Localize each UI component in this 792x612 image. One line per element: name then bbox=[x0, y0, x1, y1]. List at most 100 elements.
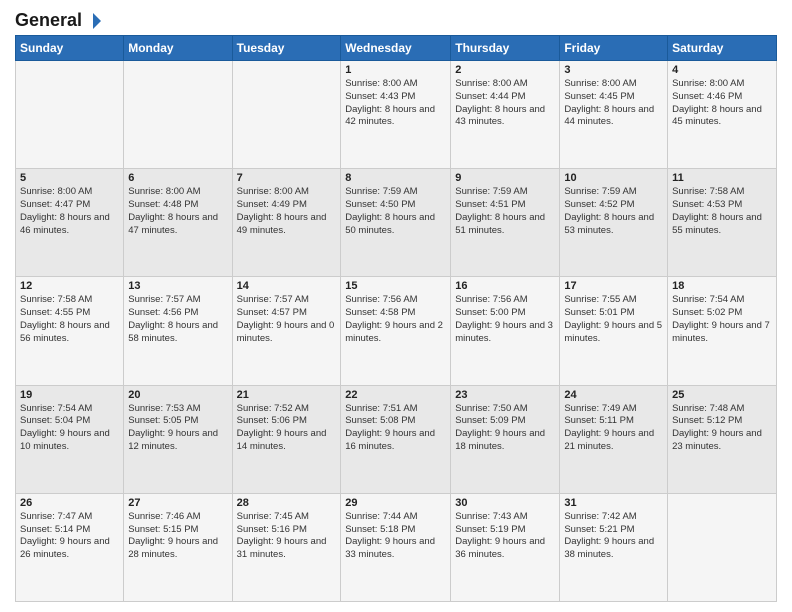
day-info: Sunrise: 7:59 AM Sunset: 4:50 PM Dayligh… bbox=[345, 186, 446, 237]
day-info: Sunrise: 7:47 AM Sunset: 5:14 PM Dayligh… bbox=[20, 511, 119, 562]
day-info: Sunrise: 7:58 AM Sunset: 4:53 PM Dayligh… bbox=[672, 186, 772, 237]
day-header-friday: Friday bbox=[560, 36, 668, 61]
day-number: 12 bbox=[20, 280, 119, 292]
day-header-wednesday: Wednesday bbox=[341, 36, 451, 61]
day-info: Sunrise: 8:00 AM Sunset: 4:46 PM Dayligh… bbox=[672, 78, 772, 129]
day-cell: 22 Sunrise: 7:51 AM Sunset: 5:08 PM Dayli… bbox=[341, 385, 451, 493]
day-cell: 20Sunrise: 7:53 AM Sunset: 5:05 PM Dayli… bbox=[124, 385, 232, 493]
day-number: 15 bbox=[345, 280, 446, 292]
day-number: 22 bbox=[345, 389, 446, 401]
day-number: 10 bbox=[564, 172, 663, 184]
day-info: Sunrise: 7:43 AM Sunset: 5:19 PM Dayligh… bbox=[455, 511, 555, 562]
day-number: 2 bbox=[455, 64, 555, 76]
day-cell: 1 Sunrise: 8:00 AM Sunset: 4:43 PM Daylig… bbox=[341, 61, 451, 169]
day-info: Sunrise: 8:00 AM Sunset: 4:48 PM Dayligh… bbox=[128, 186, 227, 237]
day-cell: 28 Sunrise: 7:45 AM Sunset: 5:16 PM Dayli… bbox=[232, 493, 341, 601]
day-info: Sunrise: 7:50 AM Sunset: 5:09 PM Dayligh… bbox=[455, 403, 555, 454]
day-info: Sunrise: 8:00 AM Sunset: 4:45 PM Dayligh… bbox=[564, 78, 663, 129]
day-number: 19 bbox=[20, 389, 119, 401]
day-header-monday: Monday bbox=[124, 36, 232, 61]
day-info: Sunrise: 7:56 AM Sunset: 5:00 PM Dayligh… bbox=[455, 294, 555, 345]
day-number: 21 bbox=[237, 389, 337, 401]
day-number: 29 bbox=[345, 497, 446, 509]
logo-icon bbox=[83, 11, 103, 31]
day-cell: 5 Sunrise: 8:00 AM Sunset: 4:47 PM Daylig… bbox=[16, 169, 124, 277]
day-cell: 8Sunrise: 7:59 AM Sunset: 4:50 PM Daylig… bbox=[341, 169, 451, 277]
day-info: Sunrise: 7:46 AM Sunset: 5:15 PM Dayligh… bbox=[128, 511, 227, 562]
day-cell bbox=[124, 61, 232, 169]
week-row-5: 26 Sunrise: 7:47 AM Sunset: 5:14 PM Dayli… bbox=[16, 493, 777, 601]
day-cell bbox=[668, 493, 777, 601]
day-info: Sunrise: 7:59 AM Sunset: 4:52 PM Dayligh… bbox=[564, 186, 663, 237]
day-cell: 30 Sunrise: 7:43 AM Sunset: 5:19 PM Dayli… bbox=[451, 493, 560, 601]
day-number: 25 bbox=[672, 389, 772, 401]
day-cell: 2 Sunrise: 8:00 AM Sunset: 4:44 PM Daylig… bbox=[451, 61, 560, 169]
day-info: Sunrise: 8:00 AM Sunset: 4:47 PM Dayligh… bbox=[20, 186, 119, 237]
day-number: 26 bbox=[20, 497, 119, 509]
day-info: Sunrise: 7:53 AM Sunset: 5:05 PM Dayligh… bbox=[128, 403, 227, 454]
day-number: 27 bbox=[128, 497, 227, 509]
day-number: 28 bbox=[237, 497, 337, 509]
day-cell: 14 Sunrise: 7:57 AM Sunset: 4:57 PM Dayli… bbox=[232, 277, 341, 385]
day-info: Sunrise: 8:00 AM Sunset: 4:44 PM Dayligh… bbox=[455, 78, 555, 129]
day-cell: 9Sunrise: 7:59 AM Sunset: 4:51 PM Daylig… bbox=[451, 169, 560, 277]
day-info: Sunrise: 7:59 AM Sunset: 4:51 PM Dayligh… bbox=[455, 186, 555, 237]
day-cell: 12 Sunrise: 7:58 AM Sunset: 4:55 PM Dayli… bbox=[16, 277, 124, 385]
day-number: 13 bbox=[128, 280, 227, 292]
day-cell bbox=[232, 61, 341, 169]
day-info: Sunrise: 7:44 AM Sunset: 5:18 PM Dayligh… bbox=[345, 511, 446, 562]
day-info: Sunrise: 7:58 AM Sunset: 4:55 PM Dayligh… bbox=[20, 294, 119, 345]
day-cell: 3 Sunrise: 8:00 AM Sunset: 4:45 PM Daylig… bbox=[560, 61, 668, 169]
day-cell: 13 Sunrise: 7:57 AM Sunset: 4:56 PM Dayli… bbox=[124, 277, 232, 385]
day-number: 17 bbox=[564, 280, 663, 292]
day-cell: 21 Sunrise: 7:52 AM Sunset: 5:06 PM Dayli… bbox=[232, 385, 341, 493]
day-cell: 31Sunrise: 7:42 AM Sunset: 5:21 PM Dayli… bbox=[560, 493, 668, 601]
day-cell: 6 Sunrise: 8:00 AM Sunset: 4:48 PM Daylig… bbox=[124, 169, 232, 277]
day-number: 3 bbox=[564, 64, 663, 76]
day-number: 6 bbox=[128, 172, 227, 184]
day-cell: 11 Sunrise: 7:58 AM Sunset: 4:53 PM Dayli… bbox=[668, 169, 777, 277]
day-info: Sunrise: 7:52 AM Sunset: 5:06 PM Dayligh… bbox=[237, 403, 337, 454]
day-cell: 10 Sunrise: 7:59 AM Sunset: 4:52 PM Dayli… bbox=[560, 169, 668, 277]
day-info: Sunrise: 8:00 AM Sunset: 4:43 PM Dayligh… bbox=[345, 78, 446, 129]
day-cell: 7 Sunrise: 8:00 AM Sunset: 4:49 PM Daylig… bbox=[232, 169, 341, 277]
week-row-1: 1 Sunrise: 8:00 AM Sunset: 4:43 PM Daylig… bbox=[16, 61, 777, 169]
day-number: 16 bbox=[455, 280, 555, 292]
calendar: SundayMondayTuesdayWednesdayThursdayFrid… bbox=[15, 35, 777, 602]
logo: General bbox=[15, 10, 104, 27]
day-info: Sunrise: 7:56 AM Sunset: 4:58 PM Dayligh… bbox=[345, 294, 446, 345]
day-number: 14 bbox=[237, 280, 337, 292]
day-cell: 26 Sunrise: 7:47 AM Sunset: 5:14 PM Dayli… bbox=[16, 493, 124, 601]
day-number: 30 bbox=[455, 497, 555, 509]
day-number: 23 bbox=[455, 389, 555, 401]
week-row-2: 5 Sunrise: 8:00 AM Sunset: 4:47 PM Daylig… bbox=[16, 169, 777, 277]
day-cell: 15 Sunrise: 7:56 AM Sunset: 4:58 PM Dayli… bbox=[341, 277, 451, 385]
day-info: Sunrise: 7:57 AM Sunset: 4:57 PM Dayligh… bbox=[237, 294, 337, 345]
day-number: 5 bbox=[20, 172, 119, 184]
day-info: Sunrise: 8:00 AM Sunset: 4:49 PM Dayligh… bbox=[237, 186, 337, 237]
day-cell: 24Sunrise: 7:49 AM Sunset: 5:11 PM Dayli… bbox=[560, 385, 668, 493]
day-number: 7 bbox=[237, 172, 337, 184]
day-info: Sunrise: 7:48 AM Sunset: 5:12 PM Dayligh… bbox=[672, 403, 772, 454]
day-cell: 4Sunrise: 8:00 AM Sunset: 4:46 PM Daylig… bbox=[668, 61, 777, 169]
day-cell: 16 Sunrise: 7:56 AM Sunset: 5:00 PM Dayli… bbox=[451, 277, 560, 385]
logo-general: General bbox=[15, 10, 82, 31]
day-info: Sunrise: 7:51 AM Sunset: 5:08 PM Dayligh… bbox=[345, 403, 446, 454]
day-cell bbox=[16, 61, 124, 169]
day-number: 11 bbox=[672, 172, 772, 184]
day-cell: 17Sunrise: 7:55 AM Sunset: 5:01 PM Dayli… bbox=[560, 277, 668, 385]
week-row-3: 12 Sunrise: 7:58 AM Sunset: 4:55 PM Dayli… bbox=[16, 277, 777, 385]
day-info: Sunrise: 7:54 AM Sunset: 5:04 PM Dayligh… bbox=[20, 403, 119, 454]
calendar-header-row: SundayMondayTuesdayWednesdayThursdayFrid… bbox=[16, 36, 777, 61]
day-header-tuesday: Tuesday bbox=[232, 36, 341, 61]
day-info: Sunrise: 7:57 AM Sunset: 4:56 PM Dayligh… bbox=[128, 294, 227, 345]
day-info: Sunrise: 7:54 AM Sunset: 5:02 PM Dayligh… bbox=[672, 294, 772, 345]
header: General bbox=[15, 10, 777, 27]
day-cell: 25 Sunrise: 7:48 AM Sunset: 5:12 PM Dayli… bbox=[668, 385, 777, 493]
day-info: Sunrise: 7:42 AM Sunset: 5:21 PM Dayligh… bbox=[564, 511, 663, 562]
day-cell: 19 Sunrise: 7:54 AM Sunset: 5:04 PM Dayli… bbox=[16, 385, 124, 493]
page: General SundayMondayTuesdayWednesdayThur… bbox=[0, 0, 792, 612]
day-number: 1 bbox=[345, 64, 446, 76]
day-info: Sunrise: 7:45 AM Sunset: 5:16 PM Dayligh… bbox=[237, 511, 337, 562]
day-cell: 29 Sunrise: 7:44 AM Sunset: 5:18 PM Dayli… bbox=[341, 493, 451, 601]
